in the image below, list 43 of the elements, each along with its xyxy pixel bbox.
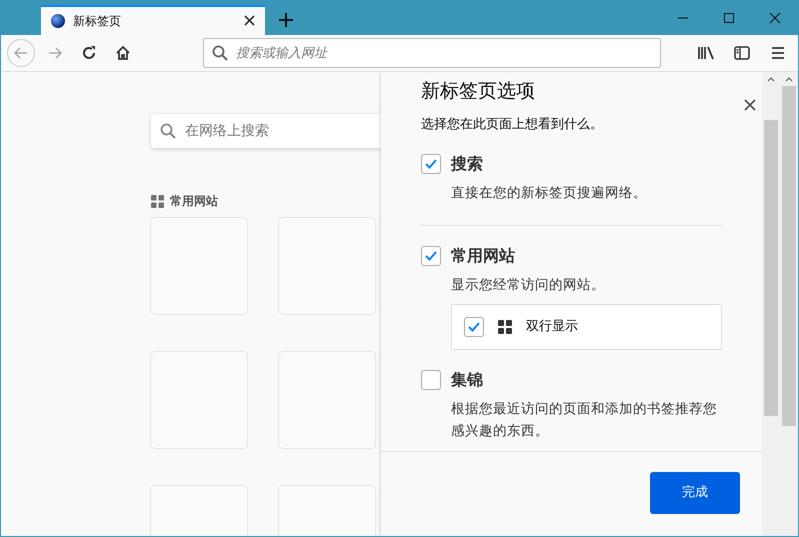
menu-icon (771, 46, 785, 60)
sub-option-label: 双行显示 (526, 318, 578, 336)
plus-icon (279, 13, 293, 27)
checkbox[interactable] (421, 246, 441, 266)
option-label: 集锦 (451, 368, 483, 391)
chevron-up-icon (767, 76, 775, 82)
search-icon (212, 45, 228, 61)
option-description: 显示您经常访问的网站。 (451, 276, 606, 295)
checkbox[interactable] (421, 154, 441, 174)
checkmark-icon (425, 159, 437, 170)
checkbox[interactable] (421, 370, 441, 390)
grid-icon (498, 320, 512, 334)
globe-icon (51, 14, 65, 28)
option-label: 搜索 (451, 153, 483, 176)
done-button[interactable]: 完成 (650, 472, 740, 514)
address-bar[interactable]: 搜索或输入网址 (203, 38, 661, 68)
web-search-field[interactable]: 在网络上搜索 (151, 114, 381, 148)
option-label: 常用网站 (451, 244, 515, 267)
reload-icon (81, 45, 97, 61)
maximize-icon (723, 12, 735, 24)
back-arrow-icon (13, 45, 29, 61)
forward-arrow-icon (47, 45, 63, 61)
close-icon (744, 99, 756, 112)
panel-subtitle: 选择您在此页面上想看到什么。 (421, 116, 604, 134)
panel-title: 新标签页选项 (421, 80, 536, 103)
top-sites-heading: 常用网站 (170, 193, 218, 210)
sidebar-icon (734, 46, 750, 60)
chevron-up-icon (785, 76, 793, 82)
browser-tab[interactable]: 新标签页 (41, 5, 265, 35)
checkbox[interactable] (464, 316, 484, 337)
option-description: 直接在您的新标签页搜遍网络。 (451, 184, 648, 204)
back-button[interactable] (7, 39, 35, 67)
page-scrollbar[interactable] (780, 72, 798, 536)
checkmark-icon (425, 250, 437, 261)
close-icon (769, 12, 781, 24)
close-icon (244, 15, 255, 26)
panel-scrollbar[interactable] (762, 72, 780, 536)
checkmark-icon (468, 322, 480, 332)
grid-icon (151, 194, 164, 208)
library-icon (697, 45, 715, 61)
home-icon (115, 45, 131, 61)
option-description: 根据您最近访问的页面和添加的书签推荐您感兴趣的东西。 (451, 400, 718, 442)
search-icon (160, 123, 176, 139)
